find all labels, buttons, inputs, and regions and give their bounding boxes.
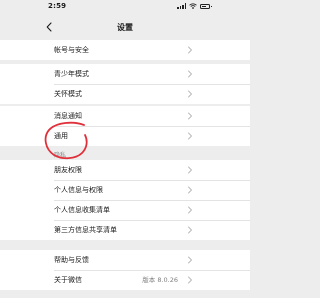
settings-item-label: 青少年模式 [54, 70, 89, 78]
battery-icon [200, 3, 212, 9]
settings-item-label: 关怀模式 [54, 90, 82, 98]
settings-item-label: 个人信息收集清单 [54, 206, 110, 214]
status-bar: 2:59 [0, 0, 250, 16]
settings-item-third-party-sharing[interactable]: 第三方信息共享清单 [0, 220, 250, 240]
chevron-right-icon [188, 206, 192, 214]
settings-item-label: 帐号与安全 [54, 46, 89, 54]
version-value: 版本 8.0.26 [142, 276, 178, 284]
chevron-right-icon [188, 166, 192, 174]
settings-item-about-wechat[interactable]: 关于微信 版本 8.0.26 [0, 270, 250, 290]
settings-item-account-security[interactable]: 帐号与安全 [0, 40, 250, 60]
section-header-privacy: 隐私 [54, 152, 67, 159]
signal-icon [177, 3, 186, 9]
wifi-icon [189, 3, 197, 9]
chevron-right-icon [188, 226, 192, 234]
settings-group-general: 消息通知 通用 [0, 106, 250, 146]
chevron-right-icon [188, 70, 192, 78]
settings-item-personal-info-permissions[interactable]: 个人信息与权限 [0, 180, 250, 200]
settings-item-label: 个人信息与权限 [54, 186, 103, 194]
chevron-right-icon [188, 276, 192, 284]
settings-item-friend-permissions[interactable]: 朋友权限 [0, 160, 250, 180]
settings-item-personal-info-collection[interactable]: 个人信息收集清单 [0, 200, 250, 220]
chevron-right-icon [188, 90, 192, 98]
chevron-right-icon [188, 186, 192, 194]
settings-item-general[interactable]: 通用 [0, 126, 250, 146]
settings-item-label: 朋友权限 [54, 166, 82, 174]
settings-group-account: 帐号与安全 [0, 40, 250, 60]
chevron-right-icon [188, 46, 192, 54]
settings-item-label: 通用 [54, 132, 68, 140]
settings-item-label: 第三方信息共享清单 [54, 226, 117, 234]
status-icons [177, 3, 212, 9]
chevron-right-icon [188, 112, 192, 120]
settings-group-about: 帮助与反馈 关于微信 版本 8.0.26 [0, 250, 250, 290]
settings-item-help-feedback[interactable]: 帮助与反馈 [0, 250, 250, 270]
settings-item-care-mode[interactable]: 关怀模式 [0, 84, 250, 104]
settings-item-label: 消息通知 [54, 112, 82, 120]
settings-item-label: 帮助与反馈 [54, 256, 89, 264]
nav-bar: 设置 [0, 16, 250, 40]
chevron-right-icon [188, 256, 192, 264]
settings-item-notifications[interactable]: 消息通知 [0, 106, 250, 126]
settings-item-label: 关于微信 [54, 276, 82, 284]
settings-group-modes: 青少年模式 关怀模式 [0, 64, 250, 104]
page-title: 设置 [117, 23, 133, 32]
settings-group-privacy: 朋友权限 个人信息与权限 个人信息收集清单 第三方信息共享清单 [0, 160, 250, 240]
settings-item-teen-mode[interactable]: 青少年模式 [0, 64, 250, 84]
status-time: 2:59 [48, 2, 67, 10]
chevron-right-icon [188, 132, 192, 140]
